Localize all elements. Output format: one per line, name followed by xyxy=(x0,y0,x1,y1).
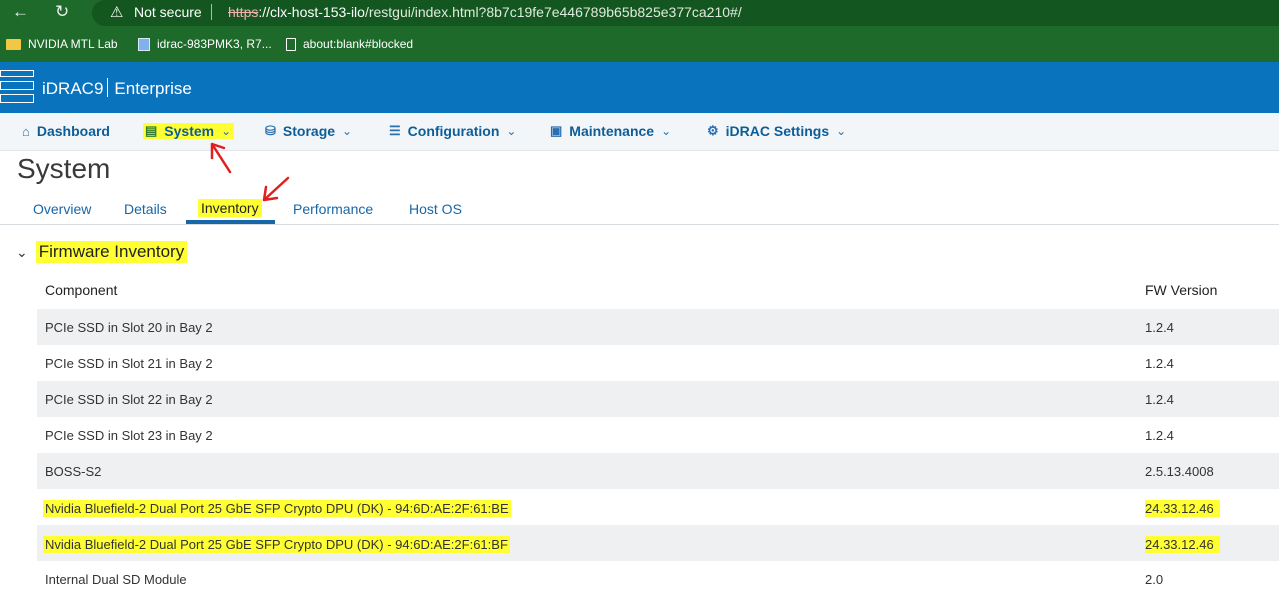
bookmark-label: NVIDIA MTL Lab xyxy=(28,37,118,51)
tab-bar: Overview Details Inventory Performance H… xyxy=(0,193,1279,225)
version-cell: 2.5.13.4008 xyxy=(1145,464,1214,479)
nav-idrac-settings[interactable]: ⚙ iDRAC Settings ⌄ xyxy=(707,123,846,139)
table-row: Nvidia Bluefield-2 Dual Port 25 GbE SFP … xyxy=(37,525,1279,561)
tab-inventory[interactable]: Inventory xyxy=(198,199,262,217)
page-icon xyxy=(286,37,296,51)
bookmark-label: about:blank#blocked xyxy=(303,37,414,51)
tab-details[interactable]: Details xyxy=(124,201,167,217)
url-path: /restgui/index.html?8b7c19fe7e446789b65b… xyxy=(364,4,742,20)
reload-icon[interactable]: ↻ xyxy=(55,2,69,22)
table-row: Internal Dual SD Module 2.0 xyxy=(37,561,1279,597)
component-cell: Internal Dual SD Module xyxy=(45,572,187,587)
chevron-down-icon: ⌄ xyxy=(836,124,847,138)
url-scheme: https xyxy=(228,4,259,20)
version-cell: 24.33.12.46 xyxy=(1145,536,1220,553)
nav-label: Configuration xyxy=(407,123,500,139)
url-text[interactable]: https://clx-host-153-ilo/restgui/index.h… xyxy=(228,4,742,20)
nav-maintenance[interactable]: ▣ Maintenance ⌄ xyxy=(550,123,671,139)
component-cell: PCIe SSD in Slot 23 in Bay 2 xyxy=(45,428,213,443)
component-cell: Nvidia Bluefield-2 Dual Port 25 GbE SFP … xyxy=(43,500,511,517)
bookmark-about-blank[interactable]: about:blank#blocked xyxy=(286,37,413,51)
component-cell: BOSS-S2 xyxy=(45,464,102,479)
nav-label: Maintenance xyxy=(569,123,655,139)
gears-icon: ⚙ xyxy=(707,123,719,138)
chevron-down-icon: ⌄ xyxy=(661,124,672,138)
version-cell: 1.2.4 xyxy=(1145,356,1174,371)
section-title: Firmware Inventory xyxy=(35,241,188,263)
folder-icon xyxy=(6,38,21,50)
page-title: System xyxy=(17,153,111,184)
table-row: PCIe SSD in Slot 20 in Bay 2 1.2.4 xyxy=(37,309,1279,345)
nav-system-highlight: ▤ System ⌄ xyxy=(143,123,235,139)
browser-address-bar: ← ↻ ⚠ Not secure https://clx-host-153-il… xyxy=(0,0,1279,26)
nav-label: Storage xyxy=(282,123,336,139)
tab-host-os[interactable]: Host OS xyxy=(409,201,462,217)
server-logo-icon xyxy=(0,70,35,104)
database-icon: ⛁ xyxy=(265,123,276,138)
version-cell: 1.2.4 xyxy=(1145,392,1174,407)
nav-label: iDRAC Settings xyxy=(725,123,830,139)
firmware-inventory-toggle[interactable]: ⌄ Firmware Inventory xyxy=(16,241,188,263)
nav-label: Dashboard xyxy=(36,123,110,139)
idrac-header: iDRAC9 Enterprise xyxy=(0,62,1279,113)
column-header-fw-version[interactable]: FW Version xyxy=(1145,282,1217,298)
security-label[interactable]: Not secure xyxy=(134,4,202,20)
version-cell: 24.33.12.46 xyxy=(1145,500,1220,517)
table-row: PCIe SSD in Slot 23 in Bay 2 1.2.4 xyxy=(37,417,1279,453)
nav-label: System xyxy=(164,123,215,139)
product-brand: iDRAC9 Enterprise xyxy=(42,78,192,99)
component-cell: Nvidia Bluefield-2 Dual Port 25 GbE SFP … xyxy=(43,536,510,553)
bookmark-label: idrac-983PMK3, R7... xyxy=(157,37,272,51)
table-row: PCIe SSD in Slot 22 in Bay 2 1.2.4 xyxy=(37,381,1279,417)
nav-storage[interactable]: ⛁ Storage ⌄ xyxy=(265,123,352,139)
bookmark-idrac[interactable]: idrac-983PMK3, R7... xyxy=(138,37,272,51)
active-tab-indicator xyxy=(186,220,275,224)
product-name: iDRAC9 xyxy=(42,79,104,98)
column-header-component[interactable]: Component xyxy=(45,282,117,298)
chevron-down-icon: ⌄ xyxy=(221,124,232,138)
chevron-down-icon: ⌄ xyxy=(342,124,353,138)
table-row: PCIe SSD in Slot 21 in Bay 2 1.2.4 xyxy=(37,345,1279,381)
table-header: Component FW Version xyxy=(37,272,1279,309)
firmware-table: Component FW Version PCIe SSD in Slot 20… xyxy=(37,272,1279,597)
main-nav: ⌂ Dashboard ▤ System ⌄ ⛁ Storage ⌄ ☰ Con… xyxy=(0,113,1279,151)
warning-icon[interactable]: ⚠ xyxy=(110,3,123,21)
bookmarks-bar: NVIDIA MTL Lab idrac-983PMK3, R7... abou… xyxy=(0,26,1279,62)
component-cell: PCIe SSD in Slot 22 in Bay 2 xyxy=(45,392,213,407)
url-host: ://clx-host-153-ilo xyxy=(258,4,365,20)
address-divider xyxy=(211,4,212,20)
table-row: BOSS-S2 2.5.13.4008 xyxy=(37,453,1279,489)
nav-dashboard[interactable]: ⌂ Dashboard xyxy=(22,123,110,139)
bookmark-nvidia-mtl-lab[interactable]: NVIDIA MTL Lab xyxy=(6,37,118,51)
sliders-icon: ☰ xyxy=(389,123,401,138)
table-row: Nvidia Bluefield-2 Dual Port 25 GbE SFP … xyxy=(37,489,1279,525)
server-icon: ▤ xyxy=(145,123,158,138)
home-icon: ⌂ xyxy=(22,123,30,139)
version-cell: 1.2.4 xyxy=(1145,428,1174,443)
component-cell: PCIe SSD in Slot 20 in Bay 2 xyxy=(45,320,213,335)
version-cell: 2.0 xyxy=(1145,572,1164,587)
server-icon xyxy=(138,37,150,51)
product-edition: Enterprise xyxy=(114,79,192,98)
nav-system[interactable]: ▤ System ⌄ xyxy=(143,123,235,139)
tab-performance[interactable]: Performance xyxy=(293,201,373,217)
component-cell: PCIe SSD in Slot 21 in Bay 2 xyxy=(45,356,213,371)
image-icon: ▣ xyxy=(550,123,563,138)
nav-configuration[interactable]: ☰ Configuration ⌄ xyxy=(389,123,516,139)
version-cell: 1.2.4 xyxy=(1145,320,1174,335)
tab-overview[interactable]: Overview xyxy=(33,201,91,217)
chevron-down-icon: ⌄ xyxy=(506,124,517,138)
back-arrow-icon[interactable]: ← xyxy=(12,2,29,22)
chevron-down-icon: ⌄ xyxy=(16,243,28,260)
